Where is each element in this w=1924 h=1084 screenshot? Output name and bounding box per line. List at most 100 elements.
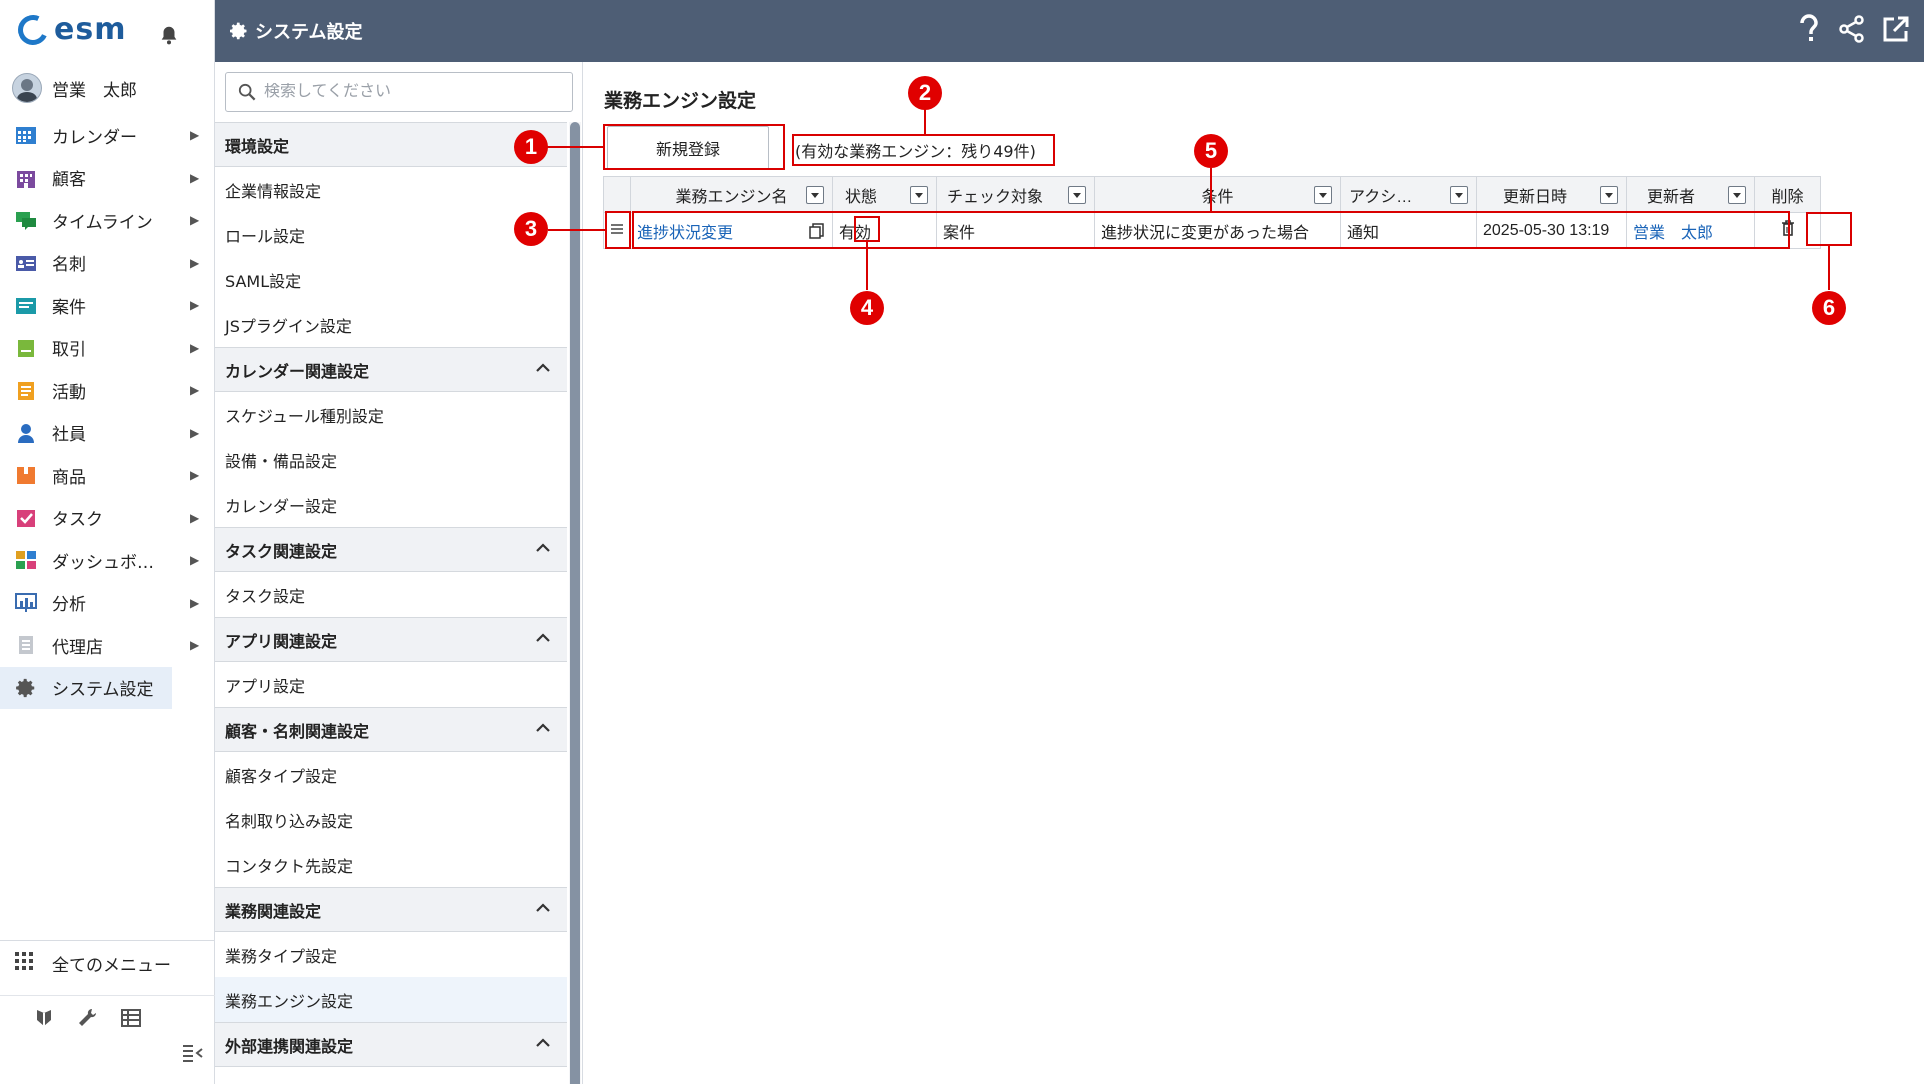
search-input[interactable]: [264, 83, 564, 101]
nav-item-product[interactable]: 商品 ▶: [0, 454, 215, 497]
drag-handle-icon[interactable]: [610, 223, 624, 235]
target-value: 案件: [943, 224, 976, 242]
chevron-right-icon: ▶: [190, 510, 200, 525]
nav-item-dashboard[interactable]: ダッシュボ… ▶: [0, 539, 215, 582]
section-header-customer-card[interactable]: 顧客・名刺関連設定: [215, 707, 567, 752]
nav-item-employee[interactable]: 社員 ▶: [0, 412, 215, 455]
settings-item-contact[interactable]: コンタクト先設定: [215, 842, 567, 887]
scrollbar-thumb[interactable]: [570, 122, 580, 1084]
section-title: 顧客・名刺関連設定: [225, 721, 370, 741]
chevron-up-icon[interactable]: [535, 630, 551, 646]
nav-label: 案件: [52, 297, 86, 318]
engine-name-link[interactable]: 進捗状況変更: [637, 225, 733, 242]
nav-bottom: 全てのメニュー: [0, 940, 215, 1084]
open-external-icon[interactable]: [1882, 15, 1910, 43]
settings-item-card-import[interactable]: 名刺取り込み設定: [215, 797, 567, 842]
cell-delete: [1754, 212, 1821, 249]
trash-icon[interactable]: [1780, 219, 1796, 237]
calendar-icon: [14, 124, 38, 146]
column-filter-dropdown-icon[interactable]: [1600, 186, 1618, 204]
table-row: 進捗状況変更 有効 案件 進捗状況に変更があった場合 通知 2025-05-30…: [603, 212, 1821, 249]
item-label: 企業情報設定: [225, 181, 322, 201]
item-label: 設備・備品設定: [225, 451, 338, 471]
new-register-button[interactable]: 新規登録: [607, 126, 769, 170]
settings-search[interactable]: [225, 72, 573, 112]
nav-item-system-settings[interactable]: システム設定: [0, 666, 172, 709]
nav-item-task[interactable]: タスク ▶: [0, 497, 215, 540]
settings-item-saml[interactable]: SAML設定: [215, 257, 567, 302]
nav-item-analysis[interactable]: 分析 ▶: [0, 582, 215, 625]
building-icon: [14, 167, 38, 189]
drag-handle[interactable]: [603, 212, 631, 249]
section-header-business[interactable]: 業務関連設定: [215, 887, 567, 932]
column-header-action[interactable]: アクシ…: [1340, 176, 1477, 213]
settings-item-equipment[interactable]: 設備・備品設定: [215, 437, 567, 482]
nav-item-timeline[interactable]: タイムライン ▶: [0, 199, 215, 242]
wrench-icon[interactable]: [77, 1008, 97, 1028]
column-header-updated-by[interactable]: 更新者: [1626, 176, 1755, 213]
item-label: タスク設定: [225, 586, 306, 606]
column-header-target[interactable]: チェック対象: [936, 176, 1095, 213]
item-label: SAML設定: [225, 271, 302, 291]
chevron-up-icon[interactable]: [535, 1035, 551, 1051]
nav-item-calendar[interactable]: カレンダー ▶: [0, 114, 215, 157]
nav-label: 名刺: [52, 255, 86, 276]
box-icon: [14, 464, 38, 486]
section-header-task[interactable]: タスク関連設定: [215, 527, 567, 572]
column-filter-dropdown-icon[interactable]: [806, 186, 824, 204]
nav-item-customer[interactable]: 顧客 ▶: [0, 157, 215, 200]
copy-icon[interactable]: [808, 222, 826, 240]
chevron-up-icon[interactable]: [535, 360, 551, 376]
section-title: カレンダー関連設定: [225, 361, 370, 381]
settings-item-customer-type[interactable]: 顧客タイプ設定: [215, 752, 567, 797]
nav-item-activity[interactable]: 活動 ▶: [0, 369, 215, 412]
column-filter-dropdown-icon[interactable]: [1068, 186, 1086, 204]
annotation-badge-6: 6: [1812, 291, 1846, 325]
cell-status: 有効: [832, 212, 937, 249]
settings-scrollbar[interactable]: [569, 122, 581, 1084]
nav-label: 分析: [52, 595, 86, 616]
collapse-menu-icon[interactable]: [180, 1041, 204, 1065]
esm-logo[interactable]: esm: [13, 10, 126, 49]
chevron-up-icon[interactable]: [535, 540, 551, 556]
settings-item-calendar[interactable]: カレンダー設定: [215, 482, 567, 527]
shield-icon[interactable]: [35, 1008, 53, 1028]
settings-item-app[interactable]: アプリ設定: [215, 662, 567, 707]
section-header-app[interactable]: アプリ関連設定: [215, 617, 567, 662]
section-header-calendar[interactable]: カレンダー関連設定: [215, 347, 567, 392]
chevron-up-icon[interactable]: [535, 720, 551, 736]
column-filter-dropdown-icon[interactable]: [910, 186, 928, 204]
column-header-name[interactable]: 業務エンジン名: [630, 176, 833, 213]
column-header-condition[interactable]: 条件: [1094, 176, 1341, 213]
card-icon: [14, 252, 38, 274]
settings-item-business-type[interactable]: 業務タイプ設定: [215, 932, 567, 977]
help-icon[interactable]: [1796, 14, 1822, 44]
column-header-status[interactable]: 状態: [832, 176, 937, 213]
nav-item-business-card[interactable]: 名刺 ▶: [0, 242, 215, 285]
table-icon[interactable]: [120, 1008, 141, 1027]
column-header-delete: 削除: [1754, 176, 1821, 213]
esm-logo-mark-icon: [13, 10, 53, 49]
column-header-updated-at[interactable]: 更新日時: [1476, 176, 1627, 213]
column-filter-dropdown-icon[interactable]: [1728, 186, 1746, 204]
section-header-external[interactable]: 外部連携関連設定: [215, 1022, 567, 1067]
bell-icon[interactable]: [158, 24, 180, 46]
item-label: 業務タイプ設定: [225, 946, 338, 966]
nav-item-deal[interactable]: 取引 ▶: [0, 327, 215, 370]
all-menu-button[interactable]: 全てのメニュー: [0, 941, 215, 985]
settings-item-task[interactable]: タスク設定: [215, 572, 567, 617]
updated-at-value: 2025-05-30 13:19: [1483, 221, 1610, 239]
user-profile[interactable]: 営業 太郎: [0, 68, 215, 108]
column-filter-dropdown-icon[interactable]: [1450, 186, 1468, 204]
share-icon[interactable]: [1838, 15, 1866, 43]
updated-by-link[interactable]: 営業 太郎: [1633, 225, 1713, 242]
column-filter-dropdown-icon[interactable]: [1314, 186, 1332, 204]
settings-item-js-plugin[interactable]: JSプラグイン設定: [215, 302, 567, 347]
chevron-up-icon[interactable]: [535, 900, 551, 916]
settings-item-business-engine[interactable]: 業務エンジン設定: [215, 977, 567, 1022]
nav-item-project[interactable]: 案件 ▶: [0, 284, 215, 327]
settings-item-company-info[interactable]: 企業情報設定: [215, 167, 567, 212]
settings-item-schedule-type[interactable]: スケジュール種別設定: [215, 392, 567, 437]
remaining-count: (有効な業務エンジン：残り49件): [795, 142, 1036, 161]
nav-item-agency[interactable]: 代理店 ▶: [0, 624, 215, 667]
